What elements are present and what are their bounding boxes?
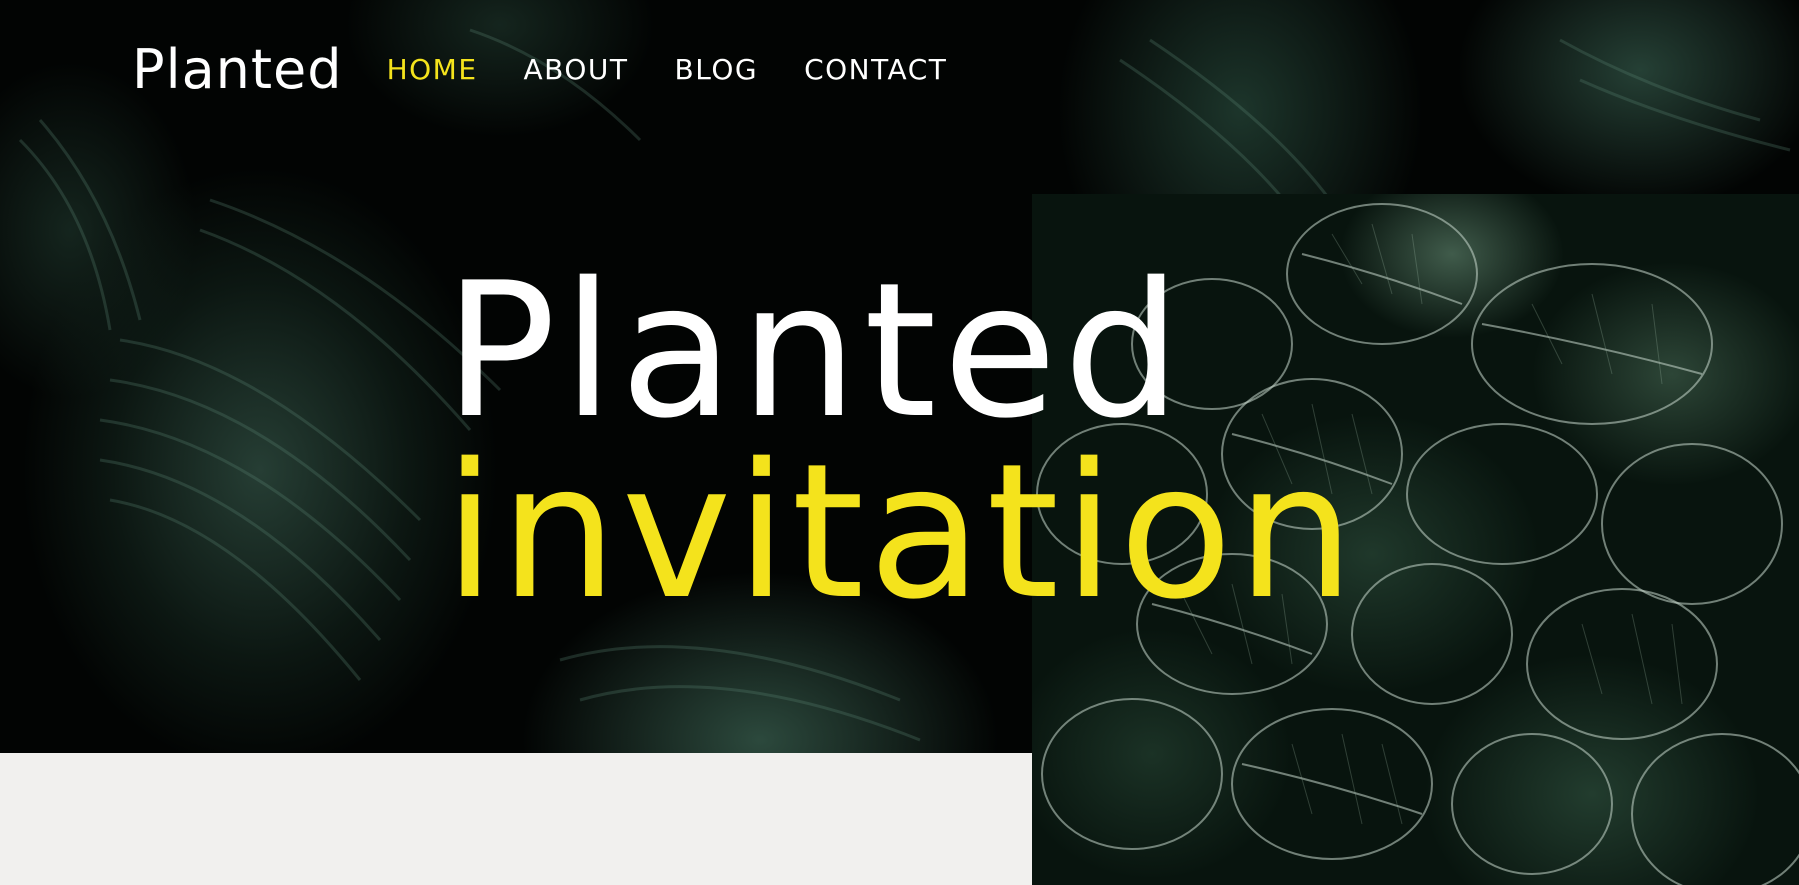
nav-link-about[interactable]: ABOUT <box>524 56 629 84</box>
nav-link-home[interactable]: HOME <box>387 56 478 84</box>
nav-link-contact[interactable]: CONTACT <box>804 56 947 84</box>
hero-title-line-2: invitation <box>444 423 1359 640</box>
site-logo[interactable]: Planted <box>132 43 343 97</box>
nav-link-blog[interactable]: BLOG <box>675 56 759 84</box>
main-navigation: Planted HOME ABOUT BLOG CONTACT <box>132 30 993 110</box>
hero-title-line-1: Planted <box>444 242 1188 459</box>
hero-title: Planted invitation <box>444 242 1359 640</box>
nav-links: HOME ABOUT BLOG CONTACT <box>387 56 994 84</box>
